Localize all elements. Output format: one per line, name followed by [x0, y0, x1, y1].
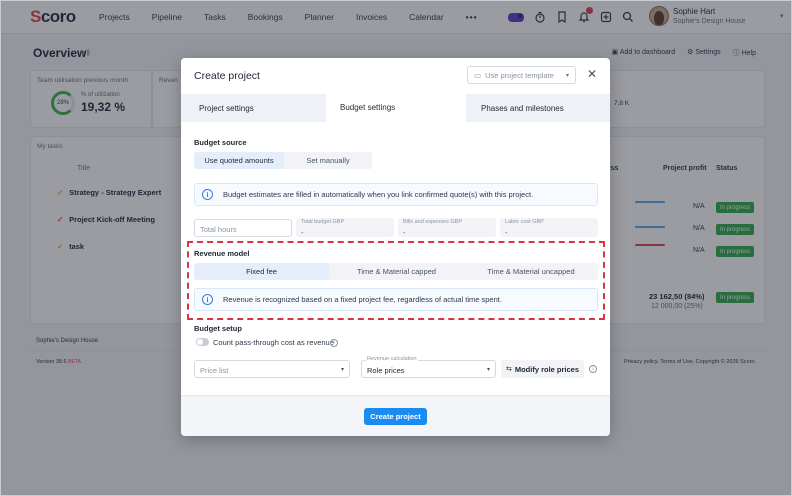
total-budget-value: -	[301, 228, 304, 237]
total-hours-input[interactable]: Total hours	[194, 219, 292, 237]
chevron-down-icon: ▾	[565, 73, 569, 79]
budget-info-box: i Budget estimates are filled in automat…	[194, 183, 598, 206]
price-list-select[interactable]: Price list ▾	[194, 360, 350, 378]
total-hours-placeholder: Total hours	[200, 225, 237, 234]
budget-setup-label: Budget setup	[194, 324, 242, 333]
revenue-calc-value: Role prices	[367, 366, 405, 375]
project-template-select[interactable]: ▭ Use project template ▾	[467, 66, 576, 84]
tab-budget-settings[interactable]: Budget settings	[326, 92, 466, 122]
chevron-down-icon: ▾	[340, 367, 344, 373]
price-list-placeholder: Price list	[200, 366, 229, 375]
total-budget-label: Total budget GBP	[301, 219, 345, 225]
modify-role-prices-button[interactable]: ⇆ Modify role prices	[501, 360, 584, 378]
labor-value: -	[505, 228, 508, 237]
bills-label: Bills and expenses GBP	[403, 219, 463, 225]
info-icon[interactable]: i	[330, 339, 338, 347]
template-icon: ▭	[474, 70, 482, 80]
create-project-modal: Create project ▭ Use project template ▾ …	[181, 58, 610, 436]
modal-footer: Create project	[181, 395, 610, 436]
revenue-calc-label: Revenue calculation	[366, 356, 418, 362]
use-quoted-amounts-option[interactable]: Use quoted amounts	[194, 152, 284, 169]
create-project-button[interactable]: Create project	[364, 408, 427, 425]
info-icon[interactable]: i	[589, 365, 597, 373]
modal-tabs: Project settings Budget settings Phases …	[181, 92, 610, 122]
bills-expenses-field: Bills and expenses GBP -	[398, 218, 496, 237]
chevron-down-icon: ▾	[486, 367, 490, 373]
labor-label: Labor cost GBP	[505, 219, 544, 225]
template-placeholder: Use project template	[485, 70, 554, 80]
sliders-icon: ⇆	[505, 366, 512, 373]
close-icon[interactable]: ✕	[586, 68, 598, 80]
revenue-calculation-select[interactable]: Revenue calculation Role prices ▾	[361, 356, 496, 378]
highlight-annotation	[187, 241, 605, 320]
tab-project-settings[interactable]: Project settings	[199, 94, 254, 122]
total-budget-field: Total budget GBP -	[296, 218, 394, 237]
modal-title: Create project	[194, 70, 260, 82]
tab-phases-milestones[interactable]: Phases and milestones	[481, 94, 564, 122]
bills-value: -	[403, 228, 406, 237]
set-manually-option[interactable]: Set manually	[284, 152, 372, 169]
budget-source-label: Budget source	[194, 138, 247, 147]
info-icon: i	[202, 189, 213, 200]
passthrough-toggle[interactable]	[196, 338, 209, 346]
budget-source-toggle: Use quoted amounts Set manually	[194, 152, 372, 169]
budget-info-text: Budget estimates are filled in automatic…	[223, 190, 534, 199]
passthrough-label: Count pass-through cost as revenue	[213, 338, 334, 347]
modify-role-prices-label: Modify role prices	[514, 364, 580, 374]
labor-cost-field: Labor cost GBP -	[500, 218, 598, 237]
